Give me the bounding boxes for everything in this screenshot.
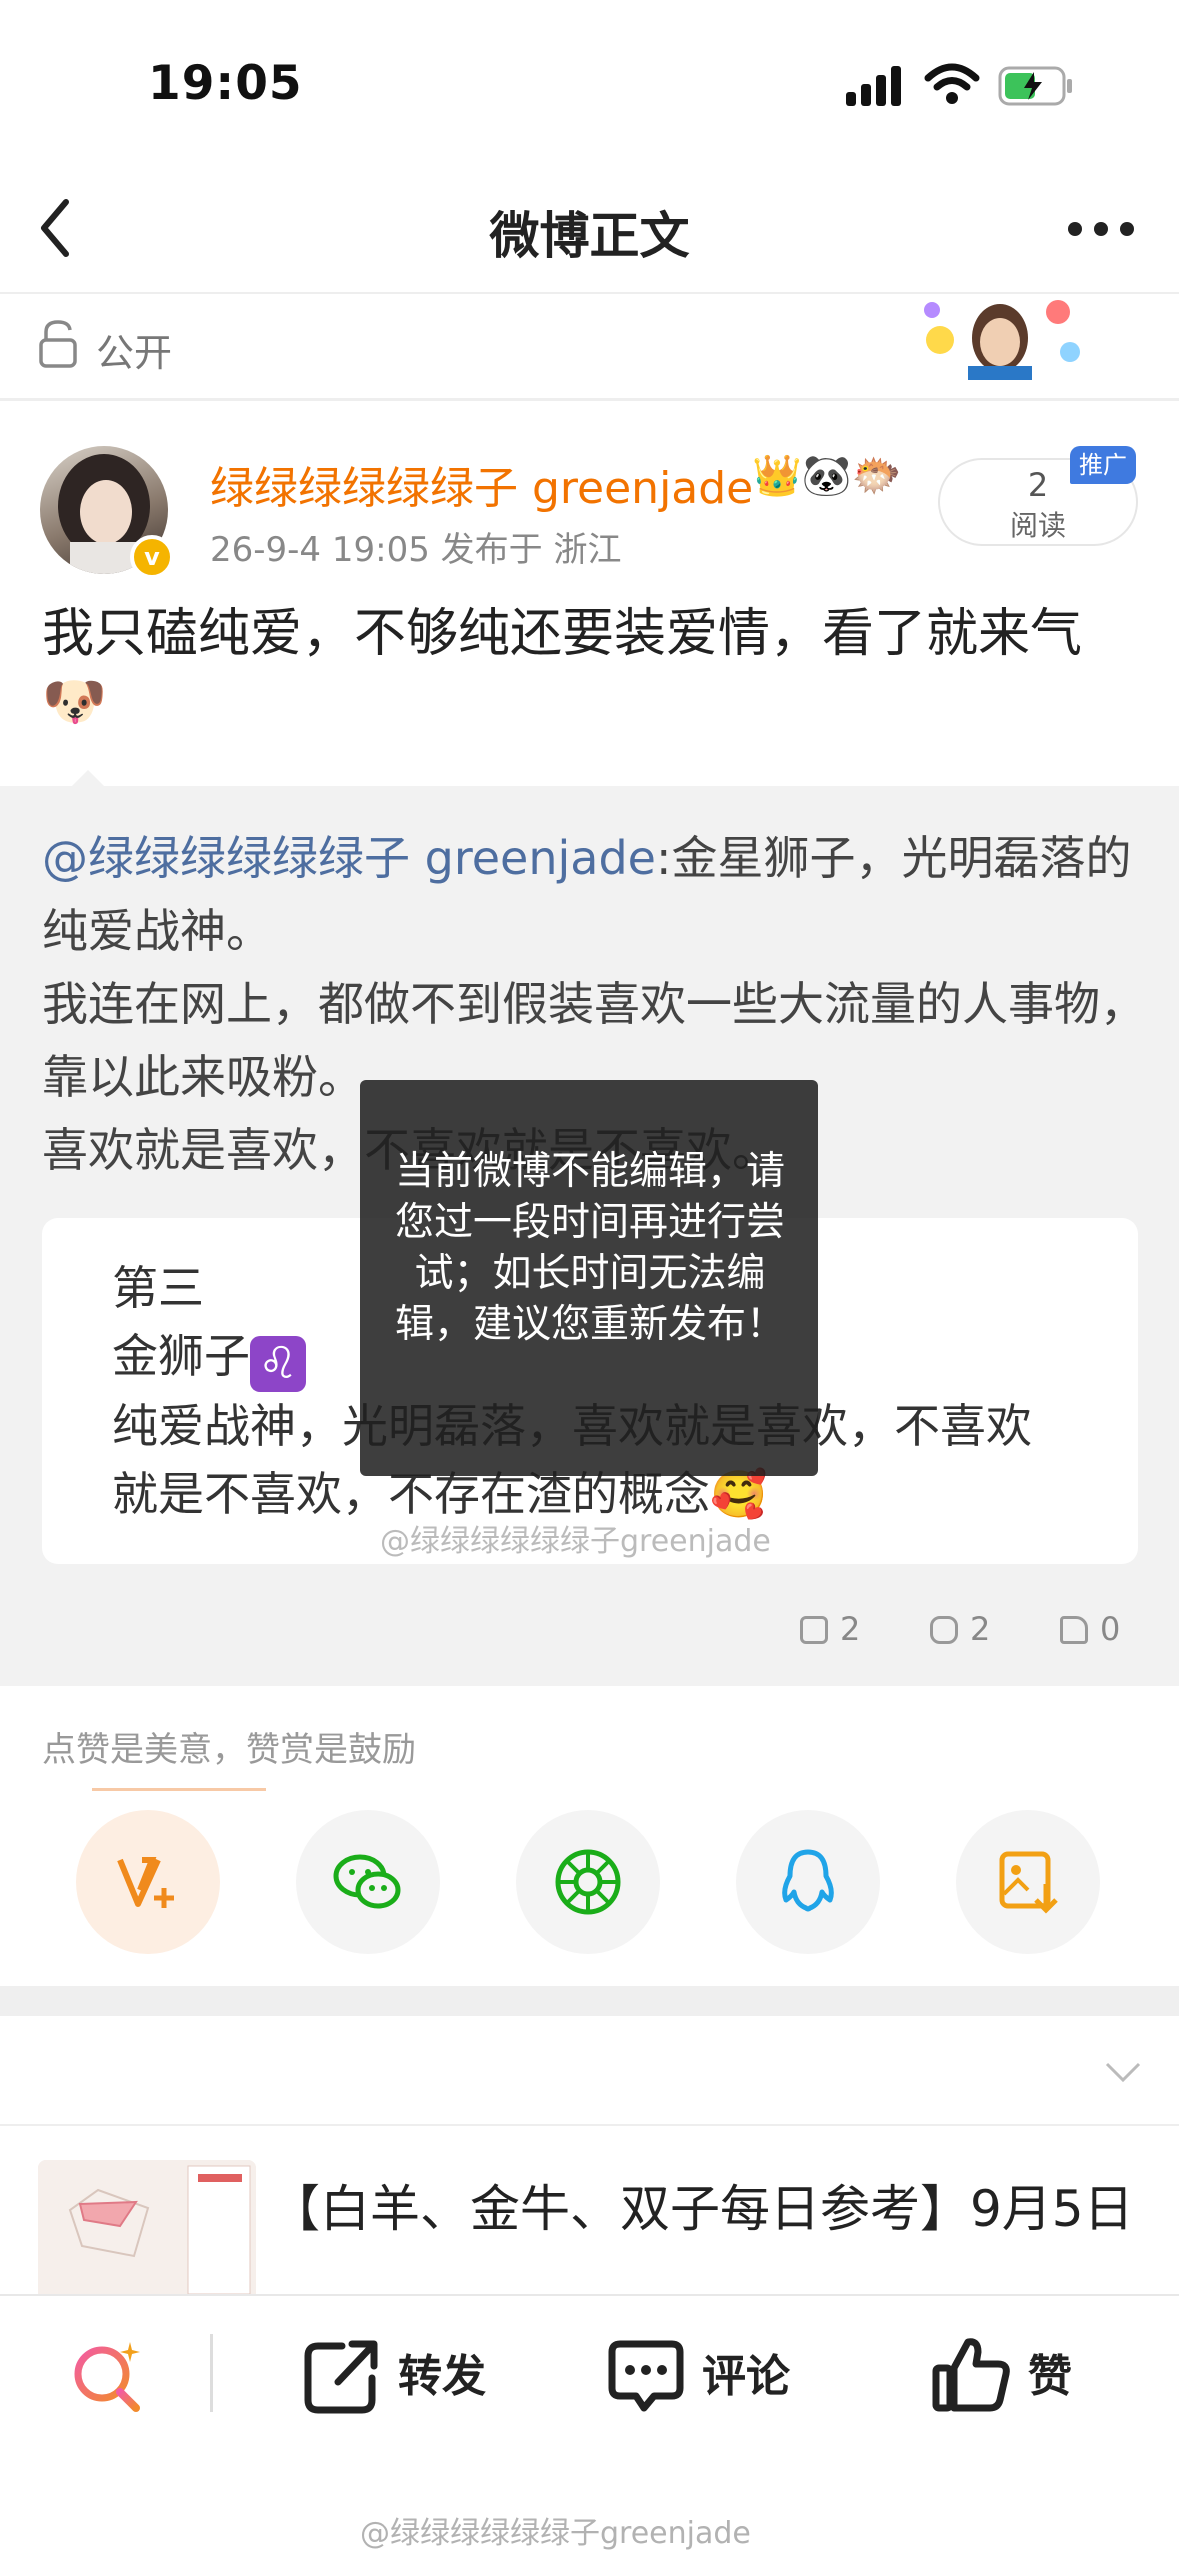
comment-icon[interactable]: [606, 2336, 686, 2416]
user-badge-icons[interactable]: 👑🐼🐡: [752, 452, 901, 499]
bottom-watermark: @绿绿绿绿绿绿子greenjade: [360, 2516, 751, 2551]
read-label: 阅读: [1009, 509, 1066, 542]
search-icon[interactable]: [68, 2336, 148, 2416]
reward-button[interactable]: [76, 1810, 220, 1954]
recommend-title[interactable]: 【白羊、金牛、双子每日参考】9月5日: [270, 2176, 1150, 2242]
verified-badge-icon: v: [130, 535, 174, 579]
repost-icon[interactable]: [302, 2336, 382, 2416]
cellular-signal-icon: [846, 66, 902, 106]
battery-icon: [998, 66, 1072, 106]
reward-indicator: [92, 1788, 266, 1791]
decorative-banner-illustration: [924, 300, 1080, 380]
reward-v-icon: [117, 1857, 174, 1908]
card-line-2: 金狮子: [112, 1329, 250, 1383]
unlock-icon: [39, 320, 77, 368]
promote-tag[interactable]: 推广: [1070, 446, 1136, 484]
save-image-icon: [999, 1851, 1058, 1914]
wechat-icon: [333, 1854, 401, 1909]
bar-divider: [210, 2334, 213, 2412]
like-count[interactable]: 0: [1060, 1610, 1120, 1648]
visibility-label[interactable]: 公开: [96, 322, 172, 377]
comment-count[interactable]: 2: [930, 1610, 990, 1648]
share-qq-button[interactable]: [736, 1810, 880, 1954]
repost-mention-link[interactable]: @绿绿绿绿绿绿子 greenjade: [42, 831, 656, 885]
thumbs-up-icon[interactable]: [930, 2334, 1012, 2416]
like-button[interactable]: 赞: [1028, 2340, 1072, 2404]
repost-count[interactable]: 2: [800, 1610, 860, 1648]
share-moments-button[interactable]: [516, 1810, 660, 1954]
reward-label: 点赞是美意，赞赏是鼓励: [42, 1730, 416, 1770]
thumbs-up-icon: [1060, 1616, 1088, 1644]
post-body-text: 我只磕纯爱，不够纯还要装爱情，看了就来气🐶: [42, 604, 1083, 732]
share-wechat-button[interactable]: [296, 1810, 440, 1954]
section-divider: [0, 1986, 1179, 2016]
divider: [0, 2124, 1179, 2126]
divider: [0, 398, 1179, 401]
more-options-icon[interactable]: [1068, 222, 1138, 236]
recommend-thumbnail[interactable]: [38, 2160, 256, 2300]
save-image-button[interactable]: [956, 1810, 1100, 1954]
post-meta: 26-9-4 19:05 发布于 浙江: [210, 530, 622, 570]
leo-icon: ♌: [250, 1336, 306, 1392]
page-title: 微博正文: [489, 207, 690, 265]
share-icon: [800, 1616, 828, 1644]
comment-icon: [930, 1616, 958, 1644]
qq-icon: [782, 1849, 834, 1912]
comment-button[interactable]: 评论: [702, 2340, 790, 2404]
moments-icon: [555, 1849, 621, 1915]
wifi-icon: [924, 63, 980, 104]
chevron-down-icon[interactable]: [1105, 2060, 1141, 2084]
status-time: 19:05: [148, 56, 303, 111]
post-author-name[interactable]: 绿绿绿绿绿绿子 greenjade: [210, 452, 753, 516]
repost-button[interactable]: 转发: [398, 2340, 486, 2404]
toast-message: 当前微博不能编辑，请您过一段时间再进行尝试；如长时间无法编辑，建议您重新发布！: [394, 1149, 785, 1347]
image-watermark: @绿绿绿绿绿绿子greenjade: [380, 1524, 771, 1559]
